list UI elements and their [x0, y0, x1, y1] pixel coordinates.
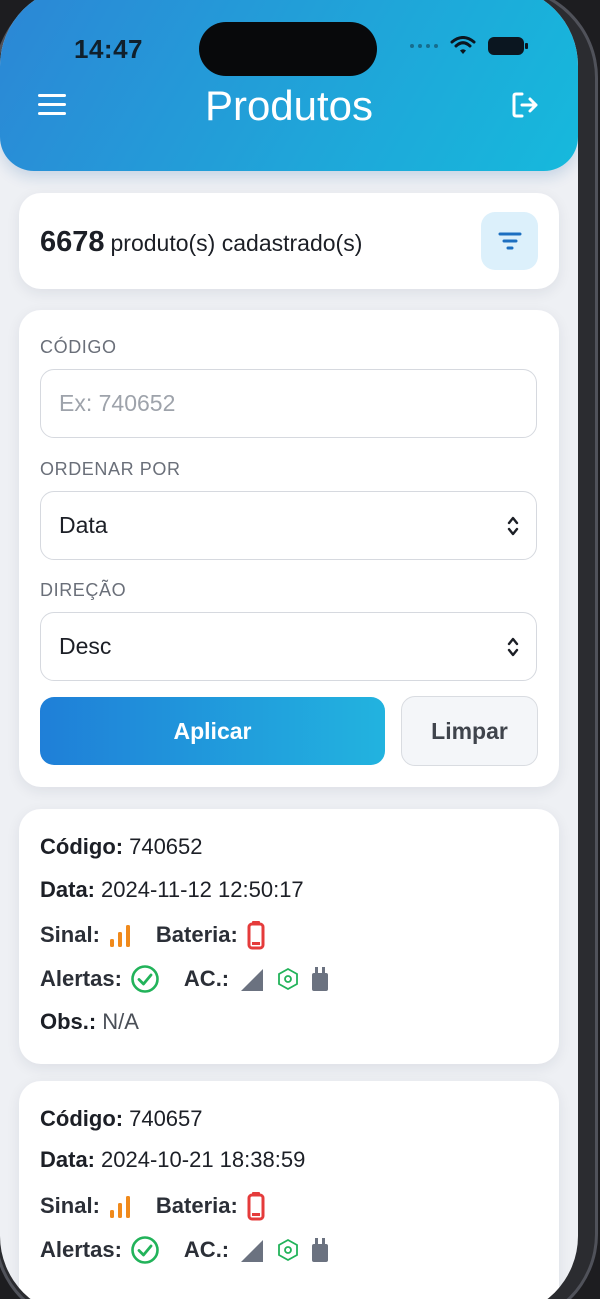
screen: 14:47 Produtos 6678 produto(s) cadastrad…	[0, 0, 578, 1299]
logout-icon	[512, 92, 538, 118]
battery-key: Bateria:	[155, 1193, 238, 1218]
date-row: Data: 2024-10-21 18:38:59	[40, 1147, 305, 1173]
code-row: Código: 740652	[40, 834, 203, 860]
direction-value: Desc	[59, 633, 112, 659]
signal-icon	[109, 925, 130, 947]
product-card[interactable]: Código: 740652 Data: 2024-11-12 12:50:17 S…	[19, 809, 559, 1064]
signal-battery-row: Sinal: Bateria:	[40, 1191, 266, 1221]
page-title: Produtos	[204, 82, 374, 129]
alerts-ac-row: Alertas: AC.:	[40, 964, 331, 994]
wifi-icon	[450, 36, 476, 54]
sim-card-icon	[312, 1238, 329, 1262]
ac-key: AC.:	[183, 966, 230, 991]
code-key: Código:	[40, 1106, 124, 1131]
order-select[interactable]: Data	[40, 491, 537, 560]
summary-card: 6678 produto(s) cadastrado(s)	[19, 193, 559, 289]
apply-button[interactable]: Aplicar	[40, 697, 385, 765]
count-label: produto(s) cadastrado(s)	[110, 230, 363, 256]
product-card[interactable]: Código: 740657 Data: 2024-10-21 18:38:59 S…	[19, 1081, 559, 1299]
filter-toggle-button[interactable]	[481, 212, 538, 270]
obs-key: Obs.:	[40, 1009, 97, 1034]
status-time: 14:47	[74, 34, 143, 64]
battery-status-icon	[488, 37, 528, 55]
alerts-key: Alertas:	[40, 966, 122, 991]
updown-chevron-icon	[507, 637, 519, 657]
signal-key: Sinal:	[40, 922, 100, 947]
network-icon	[278, 1238, 299, 1262]
obs-value: N/A	[102, 1009, 139, 1034]
count-number: 6678	[40, 226, 105, 258]
direction-select[interactable]: Desc	[40, 612, 537, 681]
date-value: 2024-10-21 18:38:59	[101, 1147, 306, 1172]
clear-button[interactable]: Limpar	[401, 696, 538, 766]
code-row: Código: 740657	[40, 1106, 203, 1132]
status-icons	[410, 36, 528, 56]
signal-icon	[109, 1196, 130, 1218]
updown-chevron-icon	[507, 516, 519, 536]
battery-low-icon	[247, 921, 265, 950]
order-label: ORDENAR POR	[40, 459, 181, 479]
alerts-ac-row: Alertas: AC.:	[40, 1235, 331, 1265]
dynamic-island	[199, 22, 377, 76]
phone-frame: 14:47 Produtos 6678 produto(s) cadastrad…	[0, 0, 598, 1299]
signal-triangle-icon	[241, 969, 264, 991]
ac-key: AC.:	[183, 1237, 230, 1262]
signal-key: Sinal:	[40, 1193, 100, 1218]
code-label: CÓDIGO	[40, 337, 117, 357]
alerts-key: Alertas:	[40, 1237, 122, 1262]
cellular-icon	[410, 44, 438, 48]
battery-low-icon	[247, 1192, 265, 1221]
direction-label: DIREÇÃO	[40, 580, 127, 600]
date-key: Data:	[40, 1147, 96, 1172]
sim-card-icon	[312, 967, 329, 991]
date-row: Data: 2024-11-12 12:50:17	[40, 877, 304, 903]
code-value: 740652	[129, 834, 203, 859]
app-header: 14:47 Produtos	[0, 0, 578, 171]
network-icon	[278, 967, 299, 991]
check-circle-icon	[131, 1236, 159, 1264]
check-circle-icon	[131, 965, 159, 993]
code-input[interactable]	[40, 369, 537, 438]
signal-battery-row: Sinal: Bateria:	[40, 920, 266, 950]
order-value: Data	[59, 512, 108, 538]
filter-icon	[498, 232, 521, 250]
signal-triangle-icon	[241, 1240, 264, 1262]
date-key: Data:	[40, 877, 96, 902]
logout-button[interactable]	[510, 90, 542, 122]
code-value: 740657	[129, 1106, 203, 1131]
date-value: 2024-11-12 12:50:17	[101, 877, 304, 902]
battery-key: Bateria:	[155, 922, 238, 947]
filter-card: CÓDIGO ORDENAR POR Data DIREÇÃO Desc Apl…	[19, 310, 559, 787]
obs-row: Obs.: N/A	[40, 1009, 139, 1035]
code-key: Código:	[40, 834, 124, 859]
product-count: 6678 produto(s) cadastrado(s)	[40, 226, 362, 259]
